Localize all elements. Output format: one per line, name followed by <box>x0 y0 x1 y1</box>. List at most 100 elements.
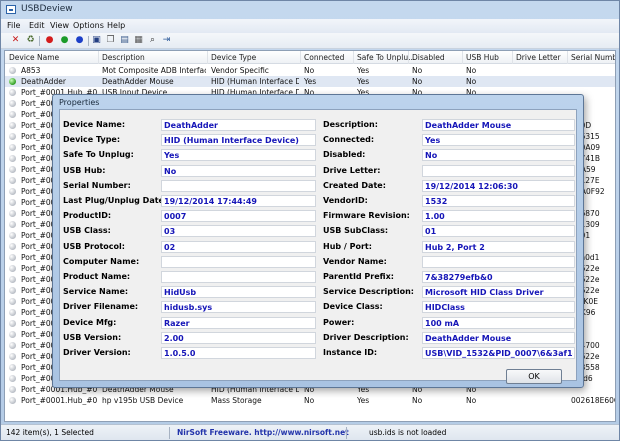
field-driver-description[interactable]: DeathAdder Mouse <box>422 331 575 344</box>
properties-icon[interactable]: ▦ <box>133 35 144 46</box>
field-driver-filename[interactable]: hidusb.sys <box>161 301 316 314</box>
connected-status-icon <box>9 78 16 85</box>
value-parentid-prefix: 7&38279efb&0 <box>425 273 493 282</box>
disconnect-icon[interactable]: ♻ <box>25 35 36 46</box>
field-device-class[interactable]: HIDClass <box>422 301 575 314</box>
field-service-name[interactable]: HidUsb <box>161 286 316 299</box>
field-device-type[interactable]: HID (Human Interface Device) <box>161 134 316 147</box>
value-hub-port: Hub 2, Port 2 <box>425 242 485 252</box>
field-vendorid[interactable]: 1532 <box>422 195 575 207</box>
label-usb-class: USB Class: <box>63 226 111 236</box>
label-driver-description: Driver Description: <box>323 332 409 342</box>
status-bar: 142 item(s), 1 Selected NirSoft Freeware… <box>1 424 619 440</box>
app-icon <box>6 5 16 14</box>
field-disabled[interactable]: No <box>422 149 575 162</box>
field-device-mfg[interactable]: Razer <box>161 316 316 329</box>
menu-view[interactable]: View <box>50 21 69 30</box>
column-header-drive-letter[interactable]: Drive Letter <box>516 53 561 62</box>
field-hub-port[interactable]: Hub 2, Port 2 <box>422 240 575 253</box>
field-connected[interactable]: Yes <box>422 134 575 147</box>
field-vendor-name[interactable] <box>422 255 575 268</box>
field-computer-name[interactable] <box>161 255 316 268</box>
menu-options[interactable]: Options <box>73 21 104 30</box>
column-header-device-name[interactable]: Device Name <box>9 53 59 62</box>
save-icon[interactable]: ▣ <box>91 35 102 46</box>
disconnected-status-icon <box>9 122 16 129</box>
table-row[interactable]: DeathAdder DeathAdder Mouse HID (Human Int… <box>5 76 615 87</box>
status-separator <box>346 427 347 439</box>
column-separator <box>98 51 99 64</box>
ok-button[interactable]: OK <box>506 369 562 384</box>
field-service-description[interactable]: Microsoft HID Class Driver <box>422 286 575 299</box>
label-usb-subclass: USB SubClass: <box>323 226 389 236</box>
list-header: Device Name Description Device Type Conn… <box>5 51 615 64</box>
column-header-usb-hub[interactable]: USB Hub <box>466 53 499 62</box>
report-icon[interactable]: ▤ <box>119 35 130 46</box>
delete-icon[interactable]: ✕ <box>10 35 21 46</box>
disconnected-status-icon <box>9 397 16 404</box>
field-usb-protocol[interactable]: 02 <box>161 240 316 253</box>
red-dot-icon[interactable]: ● <box>44 35 55 46</box>
field-firmware-revision[interactable]: 1.00 <box>422 210 575 223</box>
value-last-plug-unplug-date: 19/12/2014 17:44:49 <box>164 197 257 206</box>
field-created-date[interactable]: 19/12/2014 12:06:30 <box>422 179 575 192</box>
field-drive-letter[interactable] <box>422 164 575 177</box>
find-icon[interactable]: ⌕ <box>147 35 158 46</box>
column-header-connected[interactable]: Connected <box>304 53 344 62</box>
label-vendorid: VendorID: <box>323 196 368 205</box>
field-productid[interactable]: 0007 <box>161 210 316 223</box>
menu-help[interactable]: Help <box>107 21 125 30</box>
copy-icon[interactable]: ❐ <box>105 35 116 46</box>
table-cell: Yes <box>357 66 370 75</box>
field-last-plug-unplug-date[interactable]: 19/12/2014 17:44:49 <box>161 195 316 207</box>
table-row[interactable]: A853 Mot Composite ADB Interface Vendor Sp… <box>5 65 615 76</box>
label-vendor-name: Vendor Name: <box>323 256 387 266</box>
toolbar: ✕ ♻ ● ● ● ▣ ❐ ▤ ▦ ⌕ ⇥ <box>1 33 619 49</box>
field-device-name[interactable]: DeathAdder <box>161 119 316 131</box>
field-usb-version[interactable]: 2.00 <box>161 331 316 344</box>
field-power[interactable]: 100 mA <box>422 316 575 329</box>
field-serial-number[interactable] <box>161 179 316 192</box>
value-driver-filename: hidusb.sys <box>164 303 213 313</box>
menu-file[interactable]: File <box>7 21 20 30</box>
column-header-serial-number[interactable]: Serial Numb... <box>571 53 615 62</box>
status-freeware-link[interactable]: NirSoft Freeware. http://www.nirsoft.net <box>177 428 349 437</box>
label-parentid-prefix: ParentId Prefix: <box>323 272 394 281</box>
column-header-disabled[interactable]: Disabled <box>412 53 445 62</box>
disconnected-status-icon <box>9 386 16 393</box>
value-description: DeathAdder Mouse <box>425 121 512 130</box>
label-driver-version: Driver Version: <box>63 348 131 357</box>
blue-dot-icon[interactable]: ● <box>74 35 85 46</box>
value-usb-class: 03 <box>164 227 176 237</box>
field-parentid-prefix[interactable]: 7&38279efb&0 <box>422 271 575 283</box>
column-header-device-type[interactable]: Device Type <box>211 53 256 62</box>
value-usb-subclass: 01 <box>425 227 437 237</box>
menu-edit[interactable]: Edit <box>29 21 45 30</box>
field-usb-subclass[interactable]: 01 <box>422 225 575 238</box>
field-usb-hub[interactable]: No <box>161 164 316 177</box>
exit-icon[interactable]: ⇥ <box>161 35 172 46</box>
green-dot-icon[interactable]: ● <box>59 35 70 46</box>
value-service-name: HidUsb <box>164 288 197 298</box>
value-connected: Yes <box>425 136 441 146</box>
field-instance-id[interactable]: USB\VID_1532&PID_0007\6&3af1eaa2 <box>422 347 575 359</box>
status-separator <box>169 427 170 439</box>
column-header-description[interactable]: Description <box>102 53 145 62</box>
value-device-name: DeathAdder <box>164 121 218 130</box>
field-usb-class[interactable]: 03 <box>161 225 316 238</box>
table-cell: No <box>304 66 315 75</box>
column-header-safe-to-unplug[interactable]: Safe To Unplu... <box>357 53 415 62</box>
label-service-name: Service Name: <box>63 287 129 297</box>
field-safe-to-unplug[interactable]: Yes <box>161 149 316 162</box>
table-cell: 002618E60C <box>571 396 615 405</box>
field-product-name[interactable] <box>161 271 316 283</box>
table-row[interactable]: Port_#0001.Hub_#0004 hp v195b USB Device M… <box>5 395 615 406</box>
column-separator <box>408 51 409 64</box>
value-driver-version: 1.0.5.0 <box>164 349 196 358</box>
label-description: Description: <box>323 120 378 129</box>
field-description[interactable]: DeathAdder Mouse <box>422 119 575 131</box>
disconnected-status-icon <box>9 133 16 140</box>
field-driver-version[interactable]: 1.0.5.0 <box>161 347 316 359</box>
toolbar-separator <box>88 36 89 46</box>
value-device-class: HIDClass <box>425 303 465 313</box>
